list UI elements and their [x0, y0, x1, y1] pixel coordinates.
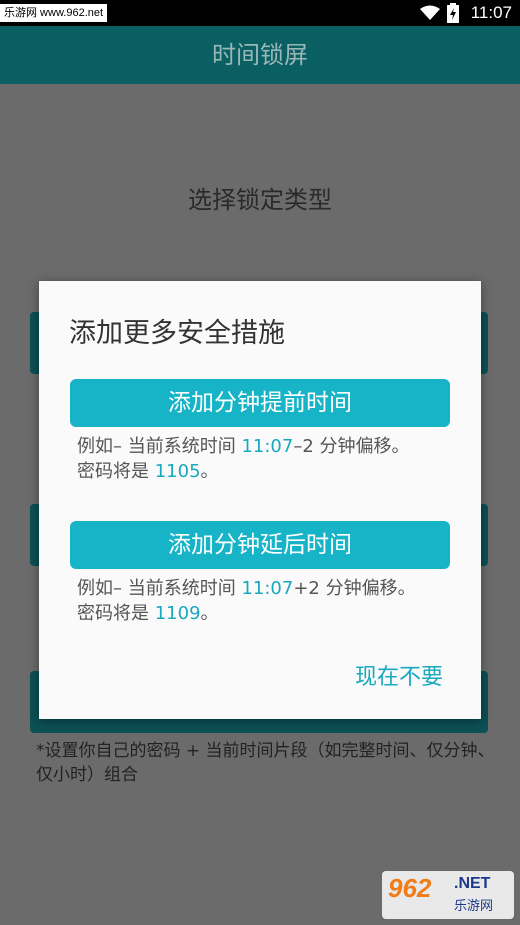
desc-text: 。 [200, 461, 219, 482]
add-minutes-delay-button[interactable]: 添加分钟延后时间 [70, 521, 450, 569]
desc-text: 例如– 当前系统时间 [77, 436, 242, 457]
desc-text: 。 [200, 603, 219, 624]
desc-time: 11:07 [241, 578, 294, 599]
desc-text: 例如– 当前系统时间 [77, 578, 242, 599]
desc-code: 1109 [154, 603, 201, 624]
status-bar: 乐游网 www.962.net 11:07 [0, 0, 520, 26]
desc-code: 1105 [154, 461, 201, 482]
screen-title: 选择锁定类型 [188, 186, 332, 214]
logo-number: 962 [388, 873, 432, 903]
not-now-button[interactable]: 现在不要 [355, 659, 443, 691]
wifi-icon [419, 5, 440, 20]
option2-description: 例如– 当前系统时间 11:07+2 分钟偏移。密码将是 1109。 [77, 576, 417, 626]
logo-net: .NET [454, 875, 491, 892]
site-logo: 962 .NET 乐游网 [382, 871, 514, 919]
desc-time: 11:07 [241, 436, 294, 457]
battery-icon [446, 3, 459, 23]
watermark-text: 乐游网 www.962.net [0, 4, 108, 22]
app-title: 时间锁屏 [212, 41, 308, 69]
app-bar: 时间锁屏 [0, 26, 520, 84]
option1-description: 例如– 当前系统时间 11:07–2 分钟偏移。密码将是 1105。 [77, 434, 417, 484]
logo-site: 乐游网 [454, 899, 494, 914]
security-dialog: 添加更多安全措施 添加分钟提前时间 例如– 当前系统时间 11:07–2 分钟偏… [39, 281, 481, 719]
status-icons: 11:07 [419, 0, 512, 26]
add-minutes-ahead-button[interactable]: 添加分钟提前时间 [70, 379, 450, 427]
dialog-title: 添加更多安全措施 [69, 318, 285, 349]
status-time: 11:07 [470, 3, 512, 22]
footnote-text: *设置你自己的密码 + 当前时间片段（如完整时间、仅分钟、仅小时）组合 [36, 741, 495, 785]
